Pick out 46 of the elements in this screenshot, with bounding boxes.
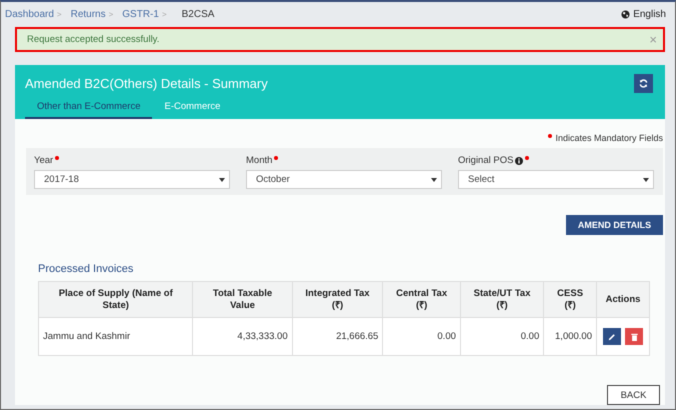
table-cell: Jammu and Kashmir	[38, 318, 193, 356]
column-header: Integrated Tax (₹)	[292, 282, 383, 318]
tab[interactable]: Other than E-Commerce	[25, 101, 152, 119]
edit-button[interactable]	[602, 328, 621, 345]
alert-message: Request accepted successfully.	[27, 34, 160, 45]
column-header: Total Taxable Value	[192, 282, 292, 318]
back-button[interactable]: BACK	[607, 385, 660, 405]
select-field[interactable]: 2017-18	[34, 170, 230, 189]
refresh-icon	[639, 79, 648, 88]
breadcrumb-separator: >	[56, 10, 62, 19]
panel-title: Amended B2C(Others) Details - Summary	[25, 76, 268, 91]
column-header: Central Tax (₹)	[382, 282, 460, 318]
delete-button[interactable]	[625, 328, 644, 345]
dropdown-caret-icon	[431, 178, 437, 182]
dropdown-caret-icon	[643, 178, 649, 182]
amend-details-button[interactable]: AMEND DETAILS	[566, 215, 663, 235]
column-header: Place of Supply (Name of State)	[38, 282, 193, 318]
table-cell: 1,000.00	[544, 318, 596, 356]
select-field[interactable]: October	[246, 170, 442, 189]
column-header: Actions	[596, 282, 650, 318]
pencil-icon	[608, 332, 616, 340]
breadcrumb-link[interactable]: Dashboard	[5, 9, 54, 20]
trash-icon	[630, 332, 638, 340]
field-label: Month	[246, 155, 272, 166]
column-header: CESS (₹)	[544, 282, 596, 318]
breadcrumb-current: B2CSA	[182, 9, 214, 20]
column-header: State/UT Tax (₹)	[460, 282, 544, 318]
breadcrumb-separator: >	[162, 10, 167, 19]
breadcrumb-link[interactable]: Returns	[70, 9, 106, 20]
dropdown-caret-icon	[219, 178, 225, 182]
language-button[interactable]: English	[621, 9, 666, 20]
field-label: Original POS	[458, 155, 514, 166]
table-cell: 21,666.65	[292, 318, 383, 356]
table-cell: 0.00	[460, 318, 544, 356]
breadcrumb-separator: >	[108, 10, 114, 19]
required-dot	[548, 134, 552, 138]
table-cell: 4,33,333.00	[192, 318, 292, 356]
section-title: Processed Invoices	[38, 263, 134, 275]
mandatory-note: Indicates Mandatory Fields	[555, 133, 663, 143]
globe-icon	[621, 10, 630, 19]
breadcrumb-link[interactable]: GSTR-1	[122, 9, 159, 20]
refresh-button[interactable]	[634, 74, 653, 93]
field-label: Year	[34, 155, 54, 166]
table-cell: 0.00	[382, 318, 460, 356]
select-field[interactable]: Select	[458, 170, 654, 189]
info-icon	[515, 156, 524, 164]
